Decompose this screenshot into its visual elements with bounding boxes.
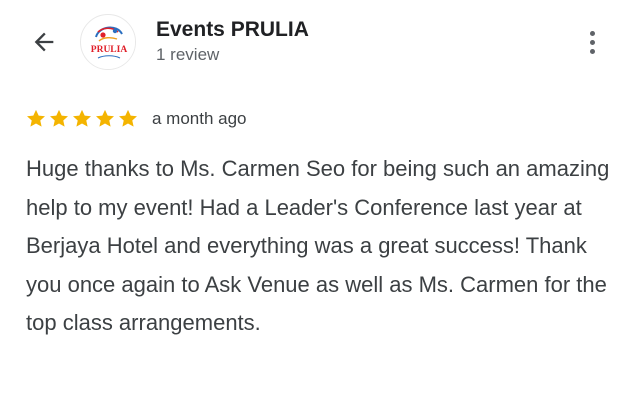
arrow-back-icon	[34, 32, 54, 52]
prulia-logo: PRULIA	[82, 16, 135, 69]
reviewer-name[interactable]: Events PRULIA	[156, 18, 309, 42]
review-card: PRULIA Events PRULIA 1 review a month ag…	[0, 0, 636, 408]
avatar[interactable]: PRULIA	[80, 14, 136, 70]
more-vert-icon	[589, 39, 595, 45]
star-icon	[119, 109, 137, 127]
star-icon	[73, 109, 91, 127]
review-text: Huge thanks to Ms. Carmen Seo for being …	[26, 156, 610, 335]
review-count: 1 review	[156, 45, 220, 64]
star-icon	[27, 109, 45, 127]
review-date: a month ago	[152, 109, 247, 128]
svg-text:PRULIA: PRULIA	[91, 45, 128, 55]
more-vert-icon	[589, 30, 595, 36]
star-rating	[25, 108, 140, 130]
more-vert-icon	[589, 48, 595, 54]
star-icon	[50, 109, 68, 127]
more-options-button[interactable]	[578, 24, 606, 60]
star-icon	[96, 109, 114, 127]
rating-row: a month ago	[25, 108, 247, 130]
back-button[interactable]	[28, 26, 60, 58]
